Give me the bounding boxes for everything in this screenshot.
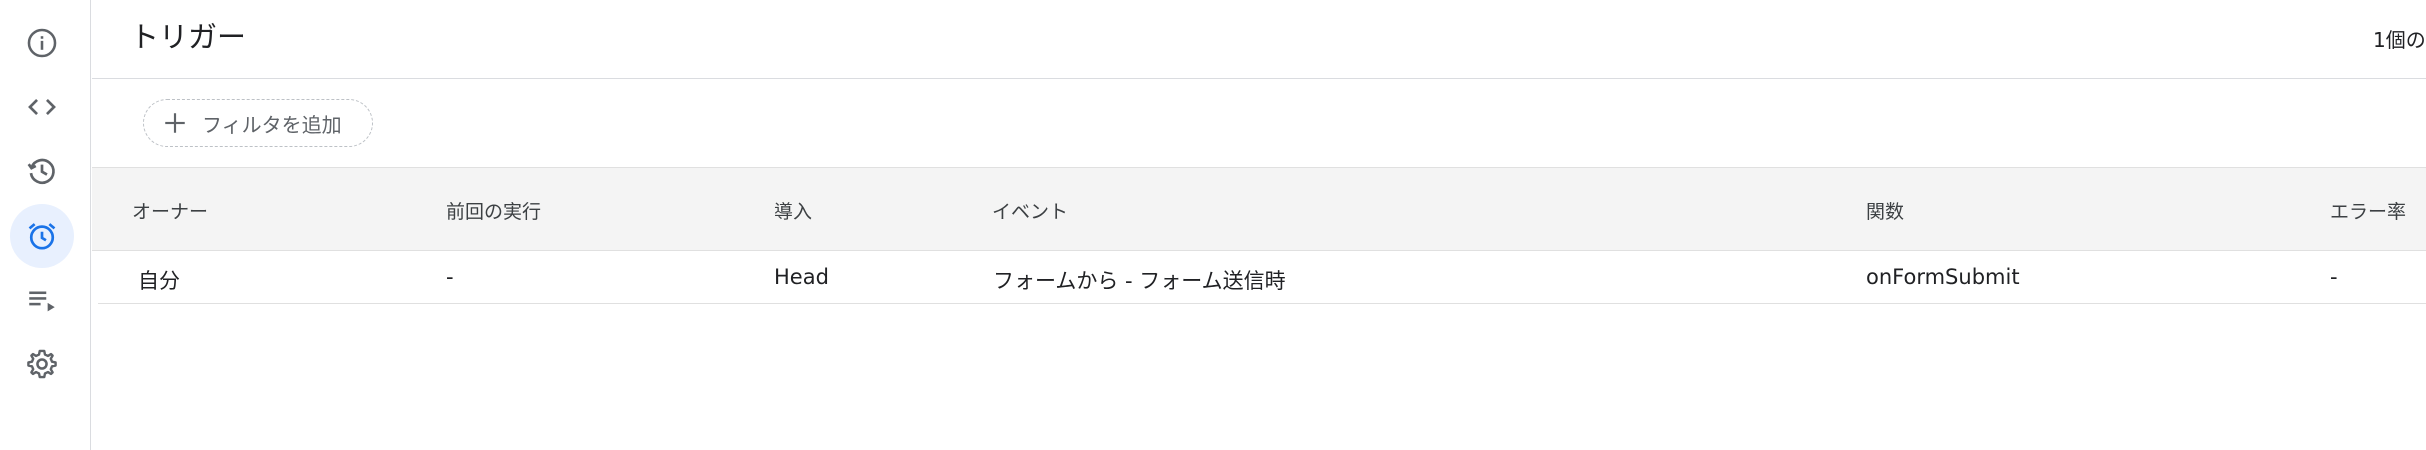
cell-error-rate: - — [2330, 265, 2338, 289]
cell-function: onFormSubmit — [1866, 265, 2020, 289]
sidebar-item-executions[interactable] — [10, 139, 74, 203]
cell-last-run: - — [446, 265, 454, 289]
column-header-error-rate[interactable]: エラー率 — [2330, 197, 2406, 224]
column-header-function[interactable]: 関数 — [1866, 197, 1904, 224]
plus-icon — [162, 110, 188, 136]
column-header-deployment[interactable]: 導入 — [774, 197, 812, 224]
apps-script-triggers-page: トリガー 1個の フィルタを追加 オーナー 前回の実行 導入 イベント 関数 エ… — [0, 0, 2426, 450]
history-icon — [27, 158, 55, 185]
add-filter-button[interactable]: フィルタを追加 — [143, 99, 373, 147]
column-header-last-run[interactable]: 前回の実行 — [446, 197, 541, 224]
code-icon — [28, 98, 56, 116]
cell-deployment: Head — [774, 265, 829, 289]
info-icon — [27, 28, 57, 58]
column-header-owner[interactable]: オーナー — [132, 197, 208, 224]
alarm-icon — [28, 223, 56, 250]
add-filter-label: フィルタを追加 — [202, 112, 342, 137]
side-nav-rail — [0, 0, 91, 450]
table-row[interactable]: 自分 - Head フォームから - フォーム送信時 onFormSubmit … — [98, 252, 2426, 304]
column-header-event[interactable]: イベント — [992, 197, 1068, 224]
trigger-count-text: 1個の — [2373, 28, 2426, 52]
sidebar-item-executions-log[interactable] — [10, 268, 74, 332]
sidebar-item-settings[interactable] — [10, 332, 74, 396]
table-header-row: オーナー 前回の実行 導入 イベント 関数 エラー率 — [92, 167, 2426, 251]
page-title: トリガー — [130, 20, 247, 54]
page-header: トリガー 1個の — [92, 0, 2426, 79]
gear-icon — [27, 349, 57, 379]
playlist-icon — [29, 291, 55, 312]
cell-owner: 自分 — [138, 269, 180, 293]
cell-event: フォームから - フォーム送信時 — [993, 269, 1286, 293]
sidebar-item-triggers[interactable] — [10, 204, 74, 268]
sidebar-item-overview[interactable] — [10, 11, 74, 75]
sidebar-item-editor[interactable] — [10, 75, 74, 139]
